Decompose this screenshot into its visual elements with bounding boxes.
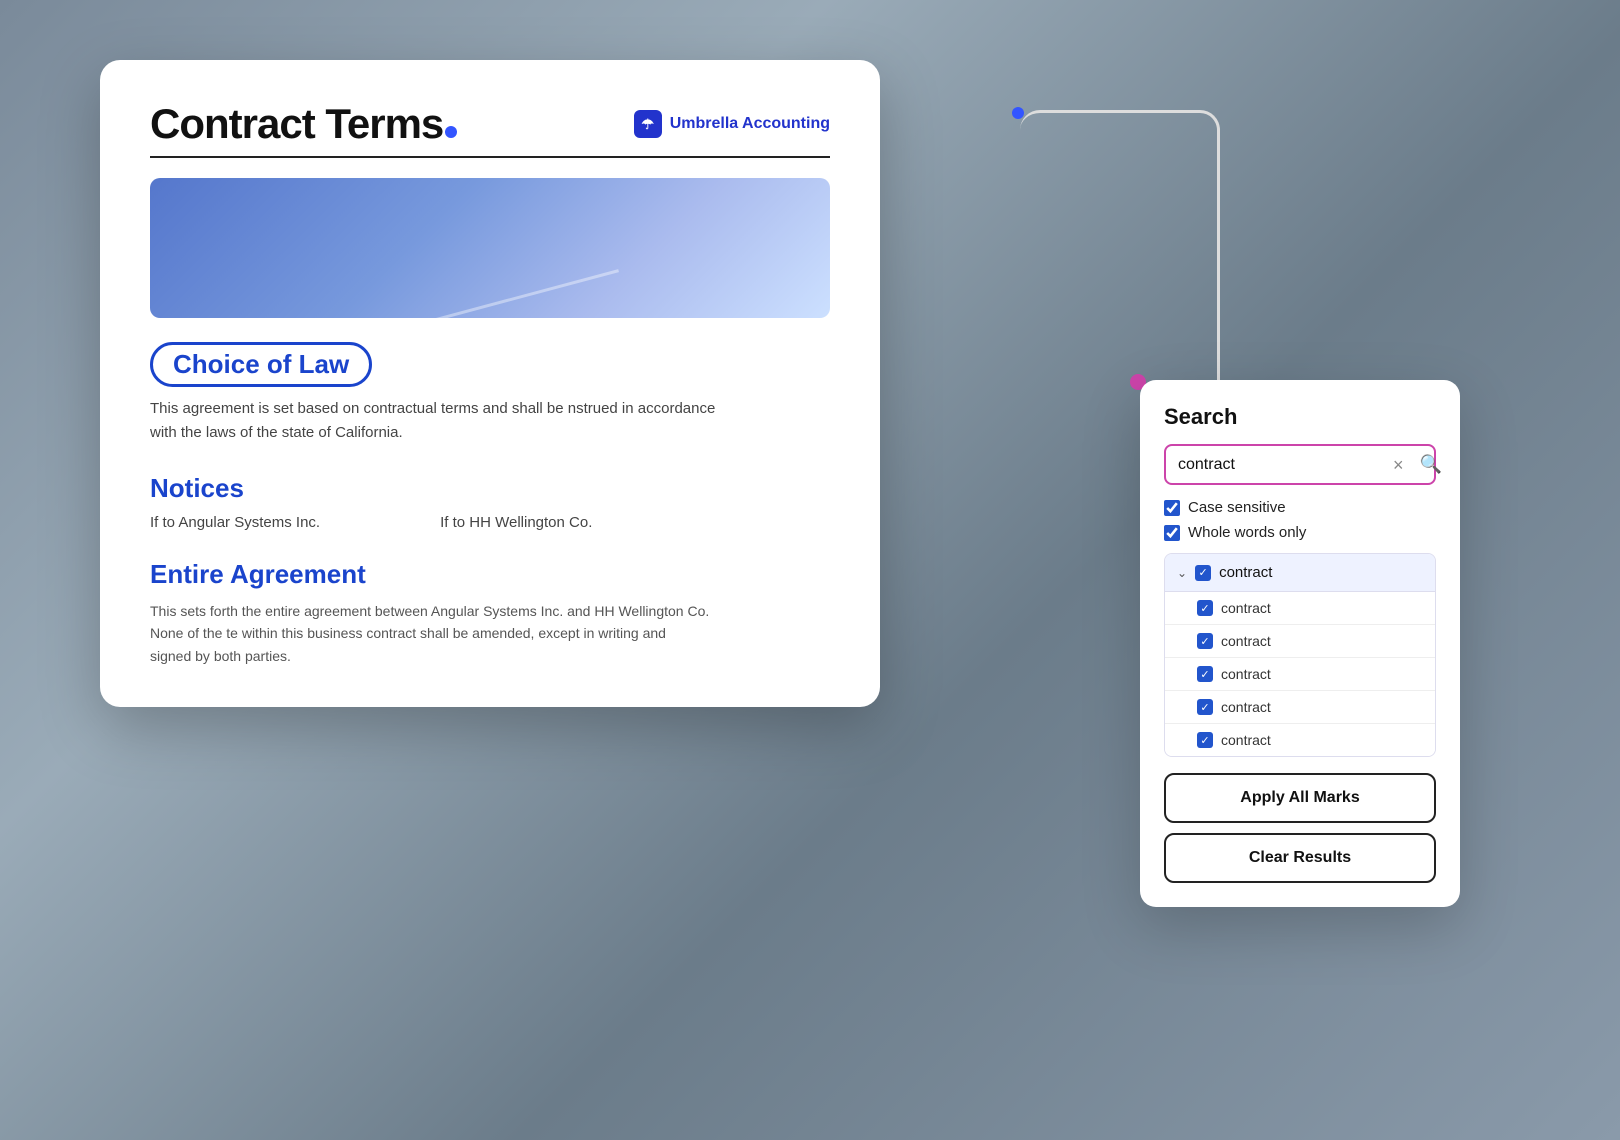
contract-header: Contract Terms ☂ Umbrella Accounting xyxy=(150,100,830,148)
case-sensitive-checkbox[interactable] xyxy=(1164,500,1180,516)
search-panel: Search × 🔍 Case sensitive Whole words on… xyxy=(1140,380,1460,907)
search-submit-button[interactable]: 🔍 xyxy=(1420,454,1442,475)
choice-of-law-section: Choice of Law This agreement is set base… xyxy=(150,342,830,445)
entire-agreement-heading: Entire Agreement xyxy=(150,559,830,590)
search-clear-button[interactable]: × xyxy=(1393,456,1404,474)
notices-section: Notices If to Angular Systems Inc. If to… xyxy=(150,473,830,531)
parent-result-label: contract xyxy=(1219,564,1272,581)
child-result-label-2: contract xyxy=(1221,633,1271,649)
child-checkbox-icon-3[interactable]: ✓ xyxy=(1197,666,1213,682)
contract-title: Contract Terms xyxy=(150,100,457,148)
child-result-label-3: contract xyxy=(1221,666,1271,682)
choice-of-law-body: This agreement is set based on contractu… xyxy=(150,397,730,445)
whole-words-row: Whole words only xyxy=(1164,524,1436,541)
result-child-item[interactable]: ✓ contract xyxy=(1165,625,1435,658)
logo-icon: ☂ xyxy=(634,110,662,138)
search-results-list: ⌄ ✓ contract ✓ contract ✓ contract ✓ con… xyxy=(1164,553,1436,757)
notices-col1: If to Angular Systems Inc. xyxy=(150,514,320,531)
child-result-label-4: contract xyxy=(1221,699,1271,715)
child-checkbox-icon-5[interactable]: ✓ xyxy=(1197,732,1213,748)
case-sensitive-label[interactable]: Case sensitive xyxy=(1188,499,1286,516)
search-input[interactable] xyxy=(1178,456,1385,474)
notices-heading: Notices xyxy=(150,473,830,504)
entire-agreement-body: This sets forth the entire agreement bet… xyxy=(150,600,710,667)
contract-card: Contract Terms ☂ Umbrella Accounting Cho… xyxy=(100,60,880,707)
result-child-item[interactable]: ✓ contract xyxy=(1165,724,1435,756)
apply-all-marks-button[interactable]: Apply All Marks xyxy=(1164,773,1436,823)
logo-area: ☂ Umbrella Accounting xyxy=(634,110,830,138)
notices-columns: If to Angular Systems Inc. If to HH Well… xyxy=(150,514,830,531)
search-input-row[interactable]: × 🔍 xyxy=(1164,444,1436,485)
child-result-label-1: contract xyxy=(1221,600,1271,616)
chevron-down-icon: ⌄ xyxy=(1177,566,1187,580)
result-parent-item[interactable]: ⌄ ✓ contract xyxy=(1165,554,1435,592)
search-panel-title: Search xyxy=(1164,404,1436,430)
result-child-item[interactable]: ✓ contract xyxy=(1165,592,1435,625)
whole-words-label[interactable]: Whole words only xyxy=(1188,524,1306,541)
child-checkbox-icon-4[interactable]: ✓ xyxy=(1197,699,1213,715)
whole-words-checkbox[interactable] xyxy=(1164,525,1180,541)
connector-dot-top xyxy=(1012,107,1024,119)
child-checkbox-icon-1[interactable]: ✓ xyxy=(1197,600,1213,616)
logo-text: Umbrella Accounting xyxy=(670,115,830,133)
entire-agreement-section: Entire Agreement This sets forth the ent… xyxy=(150,559,830,667)
case-sensitive-row: Case sensitive xyxy=(1164,499,1436,516)
title-dot xyxy=(445,126,457,138)
child-checkbox-icon-2[interactable]: ✓ xyxy=(1197,633,1213,649)
result-child-item[interactable]: ✓ contract xyxy=(1165,658,1435,691)
child-result-label-5: contract xyxy=(1221,732,1271,748)
clear-results-button[interactable]: Clear Results xyxy=(1164,833,1436,883)
notices-col2: If to HH Wellington Co. xyxy=(440,514,592,531)
parent-checkbox-icon[interactable]: ✓ xyxy=(1195,565,1211,581)
choice-of-law-heading: Choice of Law xyxy=(150,342,372,387)
contract-divider xyxy=(150,156,830,158)
result-child-item[interactable]: ✓ contract xyxy=(1165,691,1435,724)
contract-banner-image xyxy=(150,178,830,318)
